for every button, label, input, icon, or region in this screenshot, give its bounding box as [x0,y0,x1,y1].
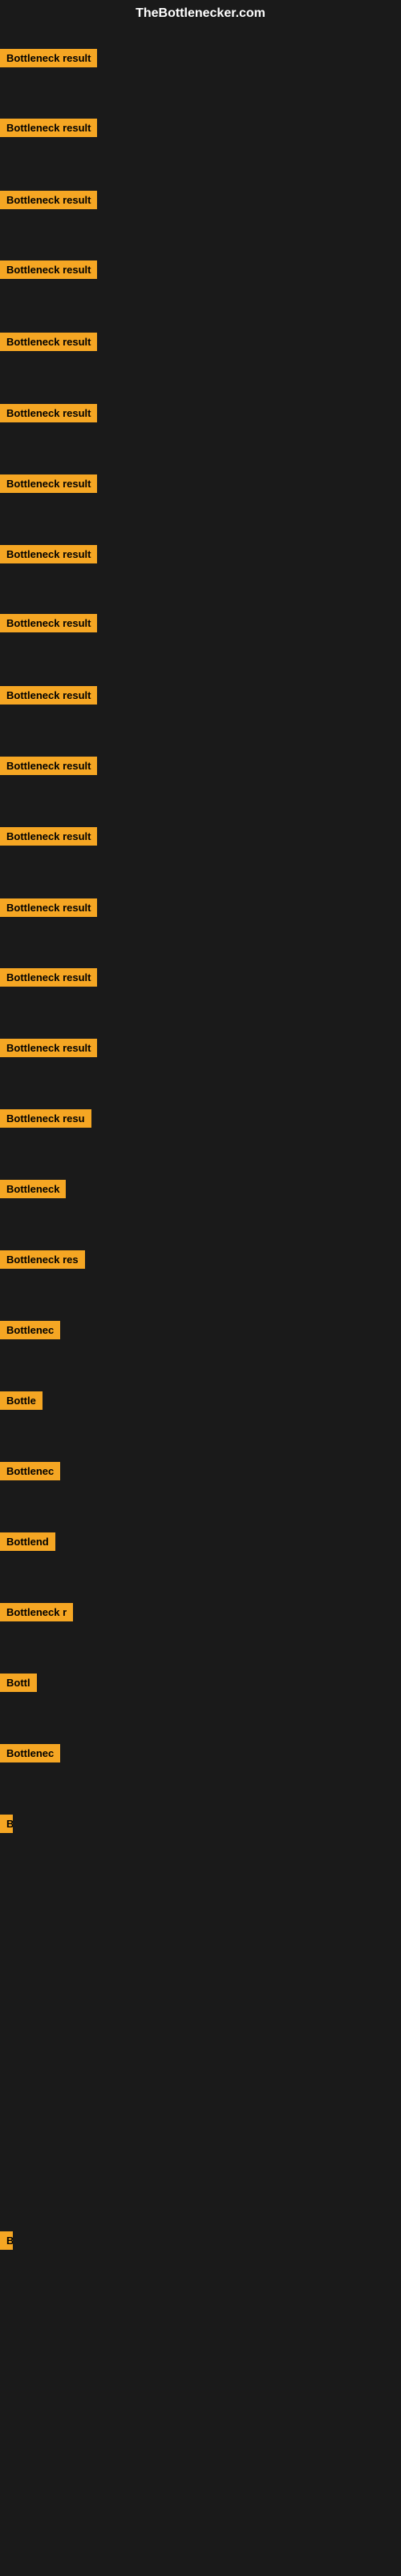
bottleneck-badge-23: Bottleneck r [0,1603,73,1621]
bottleneck-badge-11: Bottleneck result [0,757,97,775]
bottleneck-item-18: Bottleneck res [0,1250,85,1273]
bottleneck-item-17: Bottleneck [0,1180,66,1202]
bottleneck-badge-27: B [0,2231,13,2250]
bottleneck-badge-26: B [0,1815,13,1833]
bottleneck-item-15: Bottleneck result [0,1039,97,1061]
bottleneck-item-5: Bottleneck result [0,333,97,355]
bottleneck-item-1: Bottleneck result [0,49,97,71]
bottleneck-item-24: Bottl [0,1674,37,1696]
bottleneck-item-14: Bottleneck result [0,968,97,991]
bottleneck-item-13: Bottleneck result [0,898,97,921]
bottleneck-badge-8: Bottleneck result [0,545,97,563]
bottleneck-badge-25: Bottlenec [0,1744,60,1762]
bottleneck-item-12: Bottleneck result [0,827,97,850]
bottleneck-item-11: Bottleneck result [0,757,97,779]
bottleneck-badge-5: Bottleneck result [0,333,97,351]
bottleneck-item-3: Bottleneck result [0,191,97,213]
bottleneck-badge-12: Bottleneck result [0,827,97,846]
bottleneck-item-8: Bottleneck result [0,545,97,567]
bottleneck-item-16: Bottleneck resu [0,1109,91,1132]
bottleneck-badge-18: Bottleneck res [0,1250,85,1269]
bottleneck-item-21: Bottlenec [0,1462,60,1484]
bottleneck-badge-10: Bottleneck result [0,686,97,705]
bottleneck-badge-19: Bottlenec [0,1321,60,1339]
bottleneck-badge-21: Bottlenec [0,1462,60,1480]
bottleneck-badge-4: Bottleneck result [0,260,97,279]
bottleneck-badge-6: Bottleneck result [0,404,97,422]
bottleneck-item-9: Bottleneck result [0,614,97,636]
bottleneck-item-26: B [0,1815,13,1837]
bottleneck-item-6: Bottleneck result [0,404,97,426]
bottleneck-item-4: Bottleneck result [0,260,97,283]
bottleneck-badge-22: Bottlend [0,1532,55,1551]
bottleneck-badge-3: Bottleneck result [0,191,97,209]
bottleneck-badge-2: Bottleneck result [0,119,97,137]
bottleneck-badge-7: Bottleneck result [0,474,97,493]
bottleneck-item-25: Bottlenec [0,1744,60,1766]
bottleneck-badge-1: Bottleneck result [0,49,97,67]
bottleneck-badge-16: Bottleneck resu [0,1109,91,1128]
bottleneck-badge-13: Bottleneck result [0,898,97,917]
site-title: TheBottlenecker.com [0,0,401,27]
bottleneck-item-19: Bottlenec [0,1321,60,1343]
bottleneck-badge-20: Bottle [0,1391,43,1410]
bottleneck-item-22: Bottlend [0,1532,55,1555]
bottleneck-item-20: Bottle [0,1391,43,1414]
bottleneck-item-2: Bottleneck result [0,119,97,141]
bottleneck-item-10: Bottleneck result [0,686,97,709]
bottleneck-badge-17: Bottleneck [0,1180,66,1198]
bottleneck-item-23: Bottleneck r [0,1603,73,1625]
bottleneck-badge-15: Bottleneck result [0,1039,97,1057]
bottleneck-badge-9: Bottleneck result [0,614,97,632]
bottleneck-badge-14: Bottleneck result [0,968,97,987]
bottleneck-item-27: B [0,2231,13,2254]
bottleneck-item-7: Bottleneck result [0,474,97,497]
bottleneck-badge-24: Bottl [0,1674,37,1692]
